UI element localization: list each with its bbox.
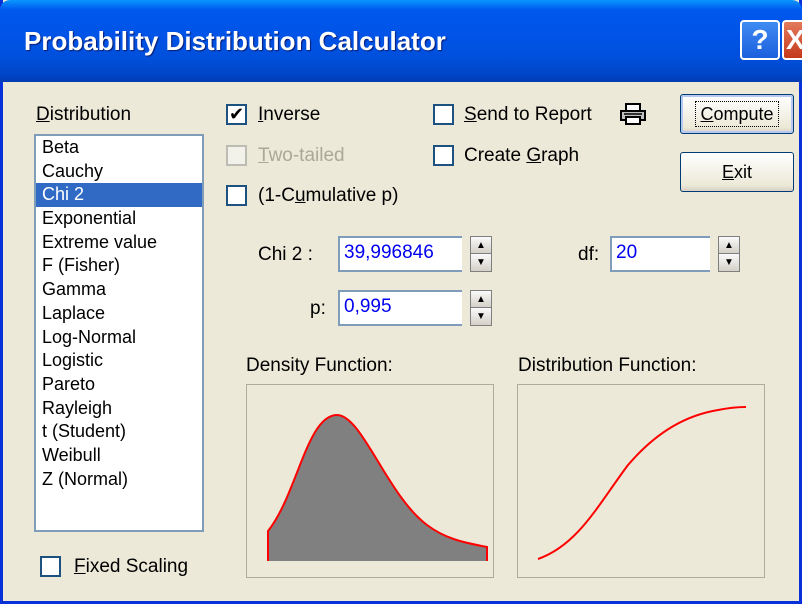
two-tailed-accel: T [258, 145, 269, 166]
density-function-label: Density Function: [246, 355, 393, 376]
create-graph-rest: raph [541, 145, 580, 166]
p-input[interactable]: 0,995 [338, 290, 462, 326]
create-graph-checkbox[interactable] [433, 145, 454, 166]
compute-focus: Compute [695, 101, 779, 127]
cumulative-pre: (1-C [258, 185, 295, 206]
create-graph-accel: G [526, 145, 542, 166]
df-spinner[interactable]: ▲ ▼ [718, 236, 740, 272]
list-item-log-normal[interactable]: Log-Normal [36, 326, 202, 350]
chi2-input[interactable]: 39,996846 [338, 236, 462, 272]
chi2-spin-down-icon[interactable]: ▼ [471, 254, 491, 271]
df-input[interactable]: 20 [610, 236, 710, 272]
fixed-scaling-label[interactable]: Fixed Scaling [74, 556, 188, 578]
list-item-z-normal[interactable]: Z (Normal) [36, 468, 202, 492]
exit-accel: E [721, 162, 734, 182]
list-item-rayleigh[interactable]: Rayleigh [36, 397, 202, 421]
list-item-exponential[interactable]: Exponential [36, 207, 202, 231]
density-plot [267, 413, 488, 561]
density-plot-frame [246, 384, 494, 578]
p-spinner[interactable]: ▲ ▼ [470, 290, 492, 326]
list-item-gamma[interactable]: Gamma [36, 278, 202, 302]
send-to-report-accel: S [464, 104, 477, 125]
list-item-pareto[interactable]: Pareto [36, 373, 202, 397]
distribution-label-accel: D [36, 104, 50, 125]
window-title: Probability Distribution Calculator [24, 26, 446, 56]
list-item-f-fisher[interactable]: F (Fisher) [36, 254, 202, 278]
title-bar[interactable]: Probability Distribution Calculator ? X [0, 0, 802, 82]
exit-button[interactable]: Exit [680, 152, 794, 192]
chi2-spinner[interactable]: ▲ ▼ [470, 236, 492, 272]
two-tailed-rest: wo-tailed [268, 145, 345, 166]
list-item-beta[interactable]: Beta [36, 136, 202, 160]
list-item-laplace[interactable]: Laplace [36, 302, 202, 326]
one-minus-cumulative-label[interactable]: (1-Cumulative p) [258, 185, 398, 207]
inverse-checkbox[interactable]: ✔ [226, 104, 247, 125]
list-item-cauchy[interactable]: Cauchy [36, 160, 202, 184]
fixed-scaling-rest: ixed Scaling [85, 556, 189, 577]
inverse-label[interactable]: Inverse [258, 104, 320, 126]
df-spin-down-icon[interactable]: ▼ [719, 254, 739, 271]
p-spin-up-icon[interactable]: ▲ [471, 291, 491, 308]
list-item-weibull[interactable]: Weibull [36, 444, 202, 468]
create-graph-label[interactable]: Create Graph [464, 145, 579, 167]
distribution-plot [537, 406, 747, 560]
two-tailed-label: Two-tailed [258, 145, 345, 167]
chi2-label: Chi 2 : [258, 244, 313, 265]
distribution-curve [537, 406, 747, 560]
exit-rest: xit [734, 162, 752, 182]
printer-icon [620, 103, 646, 125]
df-label: df: [578, 244, 600, 265]
distribution-plot-frame [517, 384, 765, 578]
cumulative-rest: mulative p) [305, 185, 399, 206]
list-item-extreme-value[interactable]: Extreme value [36, 231, 202, 255]
fixed-scaling-checkbox[interactable] [40, 556, 61, 577]
compute-rest: ompute [713, 104, 774, 124]
distribution-label-rest: istribution [49, 104, 132, 125]
list-item-t-student[interactable]: t (Student) [36, 420, 202, 444]
send-to-report-label[interactable]: Send to Report [464, 104, 592, 126]
compute-accel: C [700, 104, 714, 124]
send-to-report-rest: end to Report [476, 104, 592, 125]
close-button[interactable]: X [782, 20, 802, 60]
fixed-scaling-accel: F [74, 556, 86, 577]
chi2-spin-up-icon[interactable]: ▲ [471, 237, 491, 254]
distribution-listbox[interactable]: Beta Cauchy Chi 2 Exponential Extreme va… [34, 134, 204, 532]
send-to-report-checkbox[interactable] [433, 104, 454, 125]
list-item-chi2[interactable]: Chi 2 [36, 183, 202, 208]
help-button[interactable]: ? [740, 20, 780, 60]
distribution-label: Distribution [36, 104, 131, 126]
p-label: p: [310, 298, 326, 319]
df-spin-up-icon[interactable]: ▲ [719, 237, 739, 254]
inverse-rest: nverse [263, 104, 321, 125]
list-item-logistic[interactable]: Logistic [36, 349, 202, 373]
cumulative-accel: u [294, 185, 306, 206]
two-tailed-checkbox [226, 145, 247, 166]
distribution-function-label: Distribution Function: [518, 355, 697, 376]
compute-button[interactable]: Compute [680, 94, 794, 134]
one-minus-cumulative-checkbox[interactable] [226, 185, 247, 206]
create-graph-pre: Create [464, 145, 527, 166]
p-spin-down-icon[interactable]: ▼ [471, 308, 491, 325]
